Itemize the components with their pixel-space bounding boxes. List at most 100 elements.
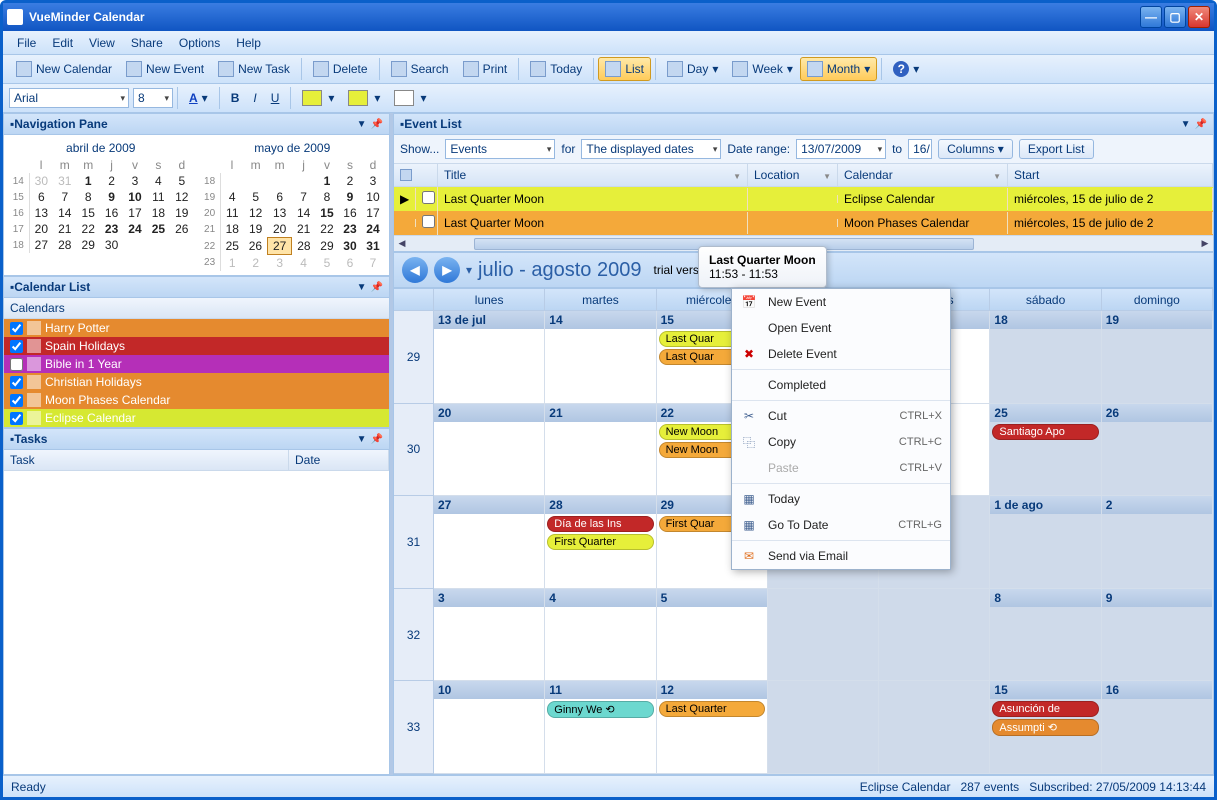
- minical-day[interactable]: 5: [170, 173, 193, 189]
- minical-day[interactable]: 30: [338, 238, 361, 255]
- minical-day[interactable]: 30: [29, 173, 53, 189]
- day-cell[interactable]: 21: [545, 404, 656, 497]
- fontsize-select[interactable]: 8: [133, 88, 173, 108]
- minical-day[interactable]: 31: [361, 238, 384, 255]
- minical-day[interactable]: [292, 173, 316, 189]
- minical-day[interactable]: 14: [53, 205, 76, 221]
- day-cell[interactable]: 5: [657, 589, 768, 682]
- minical-day[interactable]: 16: [338, 205, 361, 221]
- ctx-item[interactable]: ▦ Today: [732, 486, 950, 512]
- minical-day[interactable]: 28: [53, 237, 76, 253]
- date-to[interactable]: 16/: [908, 139, 932, 159]
- calendar-checkbox[interactable]: [10, 322, 23, 335]
- columns-button[interactable]: Columns ▾: [938, 139, 1013, 159]
- minical-day[interactable]: 23: [100, 221, 123, 237]
- day-cell[interactable]: 9: [1102, 589, 1213, 682]
- minical-day[interactable]: 25: [220, 238, 244, 255]
- minical-day[interactable]: 13: [29, 205, 53, 221]
- minical-day[interactable]: 12: [170, 189, 193, 205]
- minical-day[interactable]: 7: [53, 189, 76, 205]
- task-col[interactable]: Task: [4, 450, 289, 470]
- day-cell[interactable]: 12Last Quarter: [657, 681, 768, 774]
- new-task-button[interactable]: New Task: [211, 57, 297, 81]
- search-button[interactable]: Search: [384, 57, 456, 81]
- view-list-button[interactable]: List: [598, 57, 651, 81]
- minical-day[interactable]: [147, 237, 170, 253]
- calendar-checkbox[interactable]: [10, 376, 23, 389]
- today-button[interactable]: Today: [523, 57, 589, 81]
- show-filter[interactable]: Events: [445, 139, 555, 159]
- minical-day[interactable]: 7: [361, 255, 384, 272]
- minical-day[interactable]: 3: [123, 173, 146, 189]
- fontcolor-button[interactable]: A ▾: [182, 87, 215, 109]
- minical-day[interactable]: [244, 173, 268, 189]
- calendar-list-header[interactable]: ▪ Calendar List▼📌: [3, 276, 390, 298]
- calendar-event[interactable]: Asunción de: [992, 701, 1098, 717]
- minical-day[interactable]: 4: [147, 173, 170, 189]
- day-cell[interactable]: 2: [1102, 496, 1213, 589]
- event-list-header[interactable]: ▪ Event List▼📌: [393, 113, 1214, 135]
- new-event-button[interactable]: New Event: [119, 57, 211, 81]
- minical-day[interactable]: 9: [338, 189, 361, 205]
- fill1-button[interactable]: ▾: [295, 86, 341, 110]
- minical-day[interactable]: 4: [292, 255, 316, 272]
- minical-day[interactable]: 19: [244, 221, 268, 238]
- minical-day[interactable]: 17: [123, 205, 146, 221]
- calendar-item[interactable]: Spain Holidays: [4, 337, 389, 355]
- nav-pane-header[interactable]: ▪ Navigation Pane▼📌: [3, 113, 390, 135]
- minical-day[interactable]: [170, 237, 193, 253]
- minical-day[interactable]: 1: [315, 173, 338, 189]
- day-cell[interactable]: [879, 589, 990, 682]
- minical-day[interactable]: 20: [268, 221, 292, 238]
- day-cell[interactable]: [879, 681, 990, 774]
- minical-day[interactable]: 14: [292, 205, 316, 221]
- minical-day[interactable]: 31: [53, 173, 76, 189]
- minical-day[interactable]: 1: [77, 173, 100, 189]
- calendar-event[interactable]: Assumpti ⟲: [992, 719, 1098, 736]
- day-cell[interactable]: 14: [545, 311, 656, 404]
- minical-day[interactable]: 21: [53, 221, 76, 237]
- view-day-button[interactable]: Day ▾: [660, 57, 725, 81]
- calendar-event[interactable]: Santiago Apo: [992, 424, 1098, 440]
- help-button[interactable]: ? ▾: [886, 57, 926, 81]
- calendars-section[interactable]: Calendars: [4, 298, 389, 319]
- for-filter[interactable]: The displayed dates: [581, 139, 721, 159]
- minical-day[interactable]: 11: [147, 189, 170, 205]
- minical-day[interactable]: 28: [292, 238, 316, 255]
- menu-edit[interactable]: Edit: [44, 33, 81, 53]
- minical-day[interactable]: 3: [361, 173, 384, 189]
- minical-day[interactable]: 15: [315, 205, 338, 221]
- underline-button[interactable]: U: [264, 87, 287, 109]
- fill2-button[interactable]: ▾: [341, 86, 387, 110]
- day-cell[interactable]: 4: [545, 589, 656, 682]
- day-cell[interactable]: 27: [434, 496, 545, 589]
- minical-day[interactable]: 10: [361, 189, 384, 205]
- day-cell[interactable]: 1 de ago: [990, 496, 1101, 589]
- new-calendar-button[interactable]: New Calendar: [9, 57, 119, 81]
- tasks-header[interactable]: ▪ Tasks▼📌: [3, 428, 390, 450]
- ctx-item[interactable]: ✖ Delete Event: [732, 341, 950, 367]
- minical-day[interactable]: 29: [315, 238, 338, 255]
- day-cell[interactable]: 8: [990, 589, 1101, 682]
- day-cell[interactable]: 19: [1102, 311, 1213, 404]
- minical-april[interactable]: abril de 2009lmmjvsd14303112345156789101…: [8, 139, 194, 271]
- menu-help[interactable]: Help: [228, 33, 269, 53]
- calendar-checkbox[interactable]: [10, 358, 23, 371]
- minical-day[interactable]: 6: [29, 189, 53, 205]
- col-calendar[interactable]: Calendar: [838, 164, 1008, 186]
- minical-may[interactable]: mayo de 2009lmmjvsd181231945678910201112…: [200, 139, 386, 271]
- delete-button[interactable]: Delete: [306, 57, 375, 81]
- day-cell[interactable]: [768, 681, 879, 774]
- minical-day[interactable]: 3: [268, 255, 292, 272]
- minical-day[interactable]: 6: [268, 189, 292, 205]
- col-start[interactable]: Start: [1008, 164, 1213, 186]
- titlebar[interactable]: VueMinder Calendar — ▢ ✕: [3, 3, 1214, 31]
- minical-day[interactable]: 20: [29, 221, 53, 237]
- minical-day[interactable]: 4: [220, 189, 244, 205]
- minical-day[interactable]: 10: [123, 189, 146, 205]
- date-col[interactable]: Date: [289, 450, 389, 470]
- minical-day[interactable]: 24: [123, 221, 146, 237]
- minical-day[interactable]: 7: [292, 189, 316, 205]
- calendar-checkbox[interactable]: [10, 394, 23, 407]
- minical-day[interactable]: 8: [77, 189, 100, 205]
